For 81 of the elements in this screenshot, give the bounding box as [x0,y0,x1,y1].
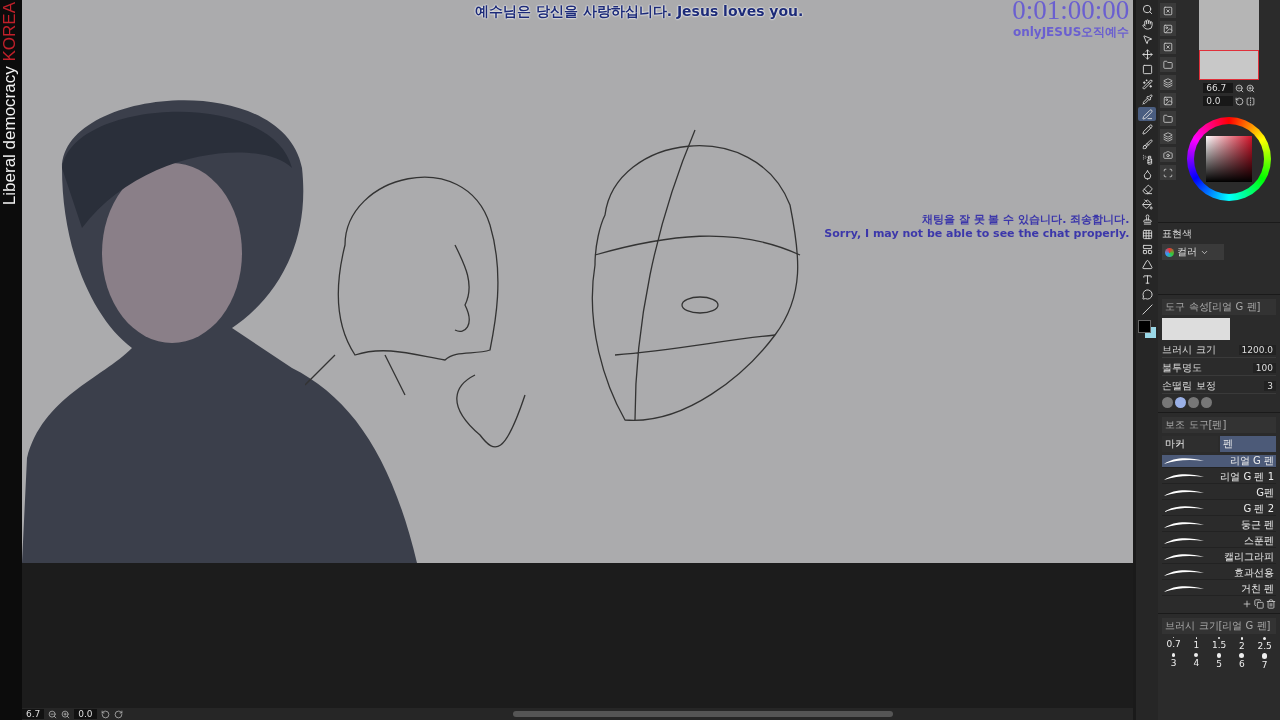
brush-stroke-icon [1164,473,1205,481]
timer-overlay: 0:01:00:00 [1012,0,1130,24]
brush-stroke-icon [1164,505,1205,513]
property-label: 불투명도 [1162,361,1203,375]
brush-stroke-icon [1164,521,1205,529]
folder-icon[interactable] [1160,57,1177,72]
rotate-left-icon[interactable] [1235,96,1245,106]
sub-tool-item[interactable]: 캘리그라피 [1162,551,1276,564]
brush-size-option[interactable]: 5 [1207,653,1231,670]
brush-stroke-icon [1164,553,1205,561]
antialias-option[interactable] [1201,397,1213,408]
property-value[interactable]: 1200.0 [1238,345,1276,355]
sub-tool-item[interactable]: 효과선용 [1162,567,1276,580]
sub-tool-item[interactable]: 리얼 G 펜 1 [1162,471,1276,484]
property-label: 손떨림 보정 [1162,379,1216,393]
color-square[interactable] [1206,136,1253,182]
chat-notice-text: 채팅을 잘 못 볼 수 있습니다. 죄송합니다. [922,212,1130,227]
rotate-right-icon[interactable] [113,709,123,719]
brush-stroke-icon [1164,537,1205,545]
brush-size-option[interactable]: 3 [1162,653,1186,670]
brush-size-option[interactable]: 4 [1185,653,1208,670]
chat-notice-text: Sorry, I may not be able to see the chat properly. [824,227,1130,240]
brush-stroke-icon [1164,569,1205,577]
property-value[interactable]: 3 [1264,381,1276,391]
panel-title: 브러시 크기[리얼 G 펜] [1162,618,1276,634]
brush-size-option[interactable]: 2.5 [1253,637,1276,651]
panel-title: 보조 도구[펜] [1162,417,1276,433]
sub-tool-item[interactable]: G펜 [1162,487,1276,500]
colors-icon [1165,247,1175,257]
antialias-option[interactable] [1188,397,1200,408]
angle-field[interactable]: 0.0 [1203,96,1234,106]
flip-icon[interactable] [1246,96,1256,106]
rotate-left-icon[interactable] [100,709,110,719]
channel-overlay: onlyJESUS오직예수 [1012,24,1130,41]
scrollbar-thumb[interactable] [513,711,894,717]
zoom-field[interactable]: 6.7 [21,709,45,719]
zoom-out-icon[interactable] [48,709,58,719]
message-overlay: 예수님은 당신을 사랑하십니다. Jesus loves you. [474,3,804,21]
color-label: 표현색 [1162,227,1194,241]
layers-icon[interactable] [1160,75,1177,90]
scan-icon[interactable] [1160,165,1177,180]
sub-tool-tab[interactable]: 펜 [1220,436,1276,452]
brush-size-option[interactable]: 6 [1230,653,1254,670]
folder-icon[interactable] [1160,111,1177,126]
property-label: 브러시 크기 [1162,343,1216,357]
brush-stroke-icon [1164,489,1205,497]
zoom-in-icon[interactable] [1246,83,1256,93]
color-mode-dropdown[interactable]: 컬러 [1162,244,1225,260]
sub-tool-item[interactable]: G 펜 2 [1162,503,1276,516]
antialias-option[interactable] [1162,397,1174,408]
zoom-field[interactable]: 66.7 [1203,83,1234,93]
zoom-out-icon[interactable] [1235,83,1245,93]
brush-size-option[interactable]: 1 [1185,637,1208,651]
camera-icon[interactable] [1160,147,1177,162]
view-frame [1199,50,1260,80]
zoom-in-icon[interactable] [61,709,71,719]
angle-field[interactable]: 0.0 [74,709,97,719]
box-x-icon[interactable] [1160,3,1177,18]
brush-size-option[interactable]: 1.5 [1207,637,1231,651]
copy-icon[interactable] [1254,599,1264,609]
image-icon[interactable] [1160,93,1177,108]
brush-size-option[interactable]: 7 [1253,653,1276,670]
add-icon[interactable] [1242,599,1252,609]
sub-tool-item[interactable]: 리얼 G 펜 [1162,455,1276,468]
panel-title: 도구 속성[리얼 G 펜] [1162,299,1276,315]
antialias-option[interactable] [1175,397,1187,408]
sub-tool-item[interactable]: 스푼펜 [1162,535,1276,548]
color-swatch[interactable] [1138,320,1157,338]
brush-size-option[interactable]: 0.7 [1162,637,1186,651]
brush-stroke-icon [1164,457,1205,465]
brush-size-option[interactable]: 2 [1230,637,1254,651]
sub-tool-item[interactable]: 거친 펜 [1162,583,1276,596]
trash-icon[interactable] [1266,599,1276,609]
sub-tool-item[interactable]: 둥근 펜 [1162,519,1276,532]
image-icon[interactable] [1160,21,1177,36]
layers-icon[interactable] [1160,129,1177,144]
brush-stroke-icon [1164,585,1205,593]
property-value[interactable]: 100 [1252,363,1276,373]
box-x-icon[interactable] [1160,39,1177,54]
pen-icon[interactable] [1138,107,1157,121]
side-banner-text: Liberal democracy KOREA [0,1,20,208]
